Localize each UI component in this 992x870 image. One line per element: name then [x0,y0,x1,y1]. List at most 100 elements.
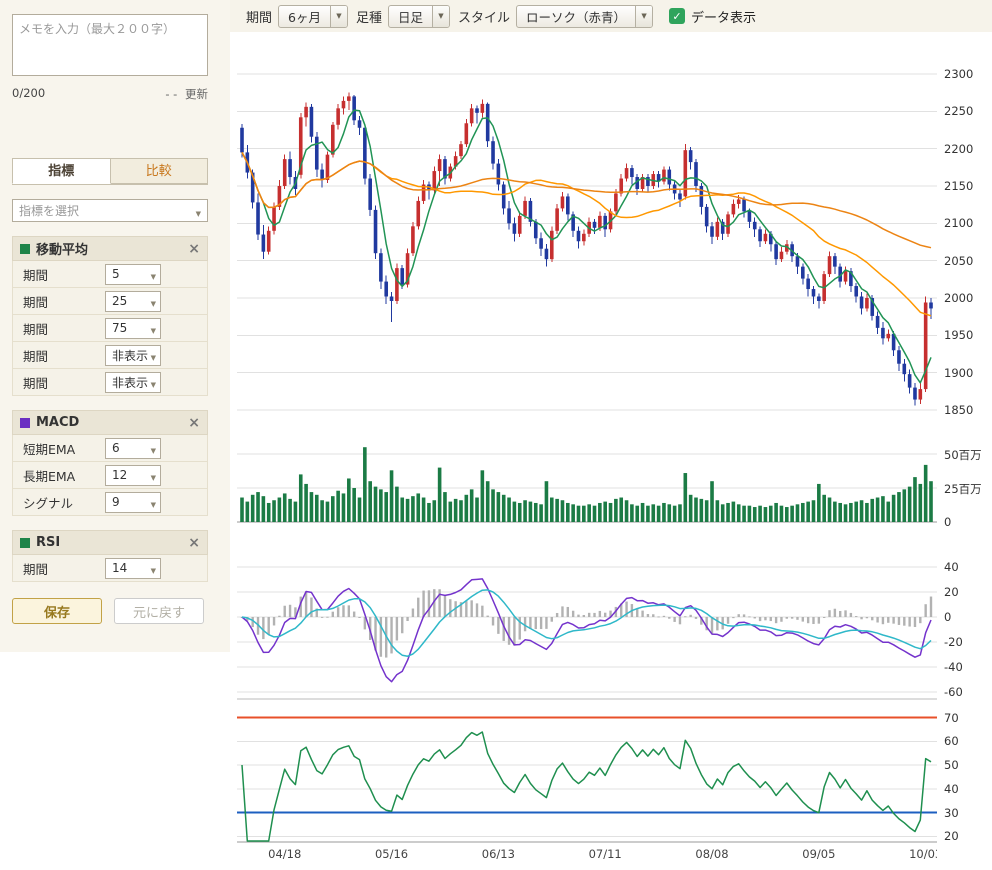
axis-label: -40 [944,660,963,674]
macd-row-1: 短期EMA 6 [12,435,208,462]
bar-type-label: 足種 [356,7,382,26]
svg-text:09/05: 09/05 [802,847,835,861]
ma-period-4-select[interactable]: 非表示 [105,345,161,366]
chevron-down-icon [151,294,156,309]
sidebar-content: 0/200 - - 更新 指標 比較 指標を選択 移動平均 [0,0,230,652]
axis-label: 2250 [944,104,973,118]
chevron-down-icon [151,321,156,336]
app: 0/200 - - 更新 指標 比較 指標を選択 移動平均 [0,0,992,870]
axis-label: 2050 [944,254,973,268]
chevron-down-icon [151,495,156,510]
svg-text:06/13: 06/13 [482,847,515,861]
indicator-panel-macd: MACD 短期EMA 6 長期EMA 12 [12,410,208,516]
close-icon[interactable] [188,242,200,256]
axis-label: 50百万 [944,447,982,463]
panel-title: RSI [36,535,60,550]
axis-label: 2300 [944,67,973,81]
macd-row-3: シグナル 9 [12,489,208,516]
axis-label: 2100 [944,216,973,230]
axis-label: 40 [944,782,959,796]
svg-text:07/11: 07/11 [589,847,622,861]
tab-compare[interactable]: 比較 [111,158,209,184]
rsi-period-select[interactable]: 14 [105,558,161,579]
chart-toolbar: 期間 6ヶ月 足種 日足 スタイル ローソク（赤青） データ表示 [230,0,992,32]
axis-label: 50 [944,758,959,772]
axis-label: 20 [944,585,959,599]
memo-meta: 0/200 - - 更新 [12,86,208,102]
axis-label: 2150 [944,179,973,193]
period-label: 期間 [246,7,272,26]
chevron-down-icon[interactable] [432,6,449,27]
axis-label: 0 [944,610,951,624]
chevron-down-icon [151,267,156,282]
plot-region: 04/1805/1606/1307/1108/0809/0510/03 2300… [230,32,992,870]
svg-text:05/16: 05/16 [375,847,408,861]
chart-area: 期間 6ヶ月 足種 日足 スタイル ローソク（赤青） データ表示 04/1805… [230,0,992,870]
period-dropdown[interactable]: 6ヶ月 [278,5,348,28]
chevron-down-icon[interactable] [330,6,347,27]
ma-period-5-select[interactable]: 非表示 [105,372,161,393]
chevron-down-icon[interactable] [635,6,652,27]
panel-title: MACD [36,415,79,430]
checkbox-icon[interactable] [669,8,685,24]
ma-period-1-select[interactable]: 5 [105,264,161,285]
panel-title: 移動平均 [36,239,88,258]
axis-label: 20 [944,829,959,843]
rsi-row-1: 期間 14 [12,555,208,582]
bar-type-dropdown[interactable]: 日足 [388,5,450,28]
close-icon[interactable] [188,536,200,550]
memo-updated-time: - - [165,87,177,101]
axis-label: 30 [944,806,959,820]
macd-color-swatch-icon [20,418,30,428]
ma-period-3-select[interactable]: 75 [105,318,161,339]
axis-label: 2200 [944,142,973,156]
svg-text:10/03: 10/03 [909,847,937,861]
save-button[interactable]: 保存 [12,598,102,624]
chevron-down-icon [196,201,201,220]
sidebar-buttons: 保存 元に戻す [12,598,230,624]
chevron-down-icon [151,375,156,390]
ma-row-3: 期間 75 [12,315,208,342]
axis-label: 70 [944,711,959,725]
axis-label: 25百万 [944,481,982,497]
axis-label: 0 [944,515,951,529]
chevron-down-icon [151,468,156,483]
axis-label: 1950 [944,328,973,342]
style-dropdown[interactable]: ローソク（赤青） [516,5,653,28]
chevron-down-icon [151,561,156,576]
data-display-toggle[interactable]: データ表示 [669,7,756,26]
axis-label: -60 [944,685,963,699]
chart-canvas[interactable]: 04/1805/1606/1307/1108/0809/0510/03 [237,34,937,870]
sidebar: 0/200 - - 更新 指標 比較 指標を選択 移動平均 [0,0,230,870]
ma-row-4: 期間 非表示 [12,342,208,369]
close-icon[interactable] [188,416,200,430]
memo-counter: 0/200 [12,86,45,102]
ma-row-1: 期間 5 [12,261,208,288]
sidebar-tabs: 指標 比較 [12,158,208,185]
ma-row-2: 期間 25 [12,288,208,315]
indicator-panel-moving-average: 移動平均 期間 5 期間 25 [12,236,208,396]
svg-text:04/18: 04/18 [268,847,301,861]
style-label: スタイル [458,7,510,26]
macd-fast-ema-select[interactable]: 6 [105,438,161,459]
rsi-color-swatch-icon [20,538,30,548]
ma-row-5: 期間 非表示 [12,369,208,396]
axis-label: 60 [944,734,959,748]
axis-label: 40 [944,560,959,574]
axis-label: 2000 [944,291,973,305]
tab-indicators[interactable]: 指標 [12,158,111,184]
chevron-down-icon [151,348,156,363]
memo-update-link[interactable]: 更新 [185,87,208,101]
macd-slow-ema-select[interactable]: 12 [105,465,161,486]
reset-button[interactable]: 元に戻す [114,598,204,624]
axis-label: 1850 [944,403,973,417]
y-axis: 2300225022002150210020502000195019001850… [942,34,992,869]
indicator-select[interactable]: 指標を選択 [12,199,208,222]
macd-row-2: 長期EMA 12 [12,462,208,489]
indicator-panel-rsi: RSI 期間 14 [12,530,208,582]
macd-signal-select[interactable]: 9 [105,492,161,513]
ma-period-2-select[interactable]: 25 [105,291,161,312]
axis-label: 1900 [944,366,973,380]
ma-color-swatch-icon [20,244,30,254]
memo-input[interactable] [12,14,208,76]
